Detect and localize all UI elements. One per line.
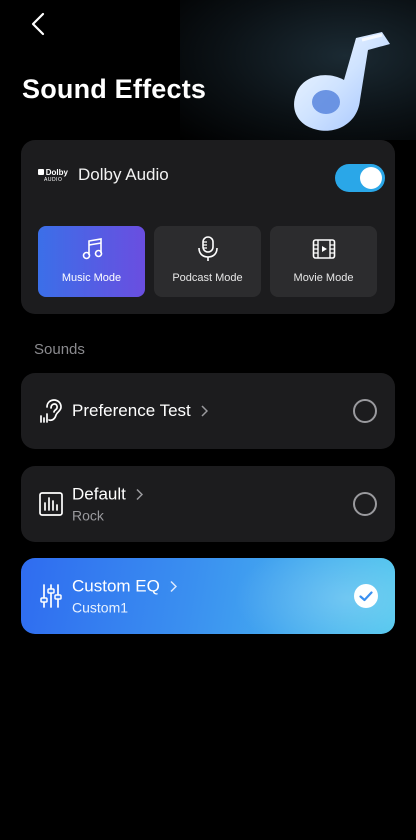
option-subtitle: Custom1 — [72, 599, 129, 616]
page-title: Sound Effects — [22, 74, 207, 104]
sound-option-default[interactable]: Default Rock — [21, 466, 395, 542]
dolby-logo: Dolby AUDIO — [38, 166, 68, 184]
checkmark-selected-icon[interactable] — [354, 584, 378, 608]
mode-movie[interactable]: Movie Mode — [270, 226, 377, 297]
option-name: Custom EQ — [72, 577, 177, 597]
music-note-icon — [82, 238, 102, 260]
sliders-icon — [40, 584, 62, 608]
radio-unselected[interactable] — [353, 399, 377, 423]
back-button[interactable] — [24, 10, 52, 38]
mode-podcast[interactable]: Podcast Mode — [154, 226, 261, 297]
chevron-right-icon — [170, 580, 177, 593]
mode-label: Movie Mode — [293, 272, 354, 284]
mode-label: Podcast Mode — [172, 272, 243, 284]
microphone-icon — [197, 236, 218, 261]
film-icon — [312, 239, 335, 259]
chevron-right-icon — [201, 405, 208, 417]
toggle-knob — [360, 167, 382, 189]
sounds-section-label: Sounds — [34, 341, 85, 358]
mode-label: Music Mode — [61, 272, 122, 284]
chevron-left-icon — [31, 12, 45, 36]
dolby-audio-label: Dolby Audio — [78, 165, 169, 184]
option-name: Preference Test — [72, 401, 208, 421]
dolby-audio-card: Dolby AUDIO Dolby Audio Music Mode Podca… — [21, 140, 395, 314]
chevron-right-icon — [136, 488, 143, 501]
radio-unselected[interactable] — [353, 492, 377, 516]
music-note-3d-icon — [294, 32, 390, 131]
option-name: Default — [72, 485, 143, 505]
ear-icon — [40, 399, 62, 423]
equalizer-bars-icon — [39, 492, 63, 516]
mode-music[interactable]: Music Mode — [38, 226, 145, 297]
sound-option-preference-test[interactable]: Preference Test — [21, 373, 395, 449]
dolby-audio-toggle[interactable] — [335, 164, 385, 192]
option-subtitle: Rock — [72, 507, 104, 524]
sound-option-custom-eq[interactable]: Custom EQ Custom1 — [21, 558, 395, 634]
